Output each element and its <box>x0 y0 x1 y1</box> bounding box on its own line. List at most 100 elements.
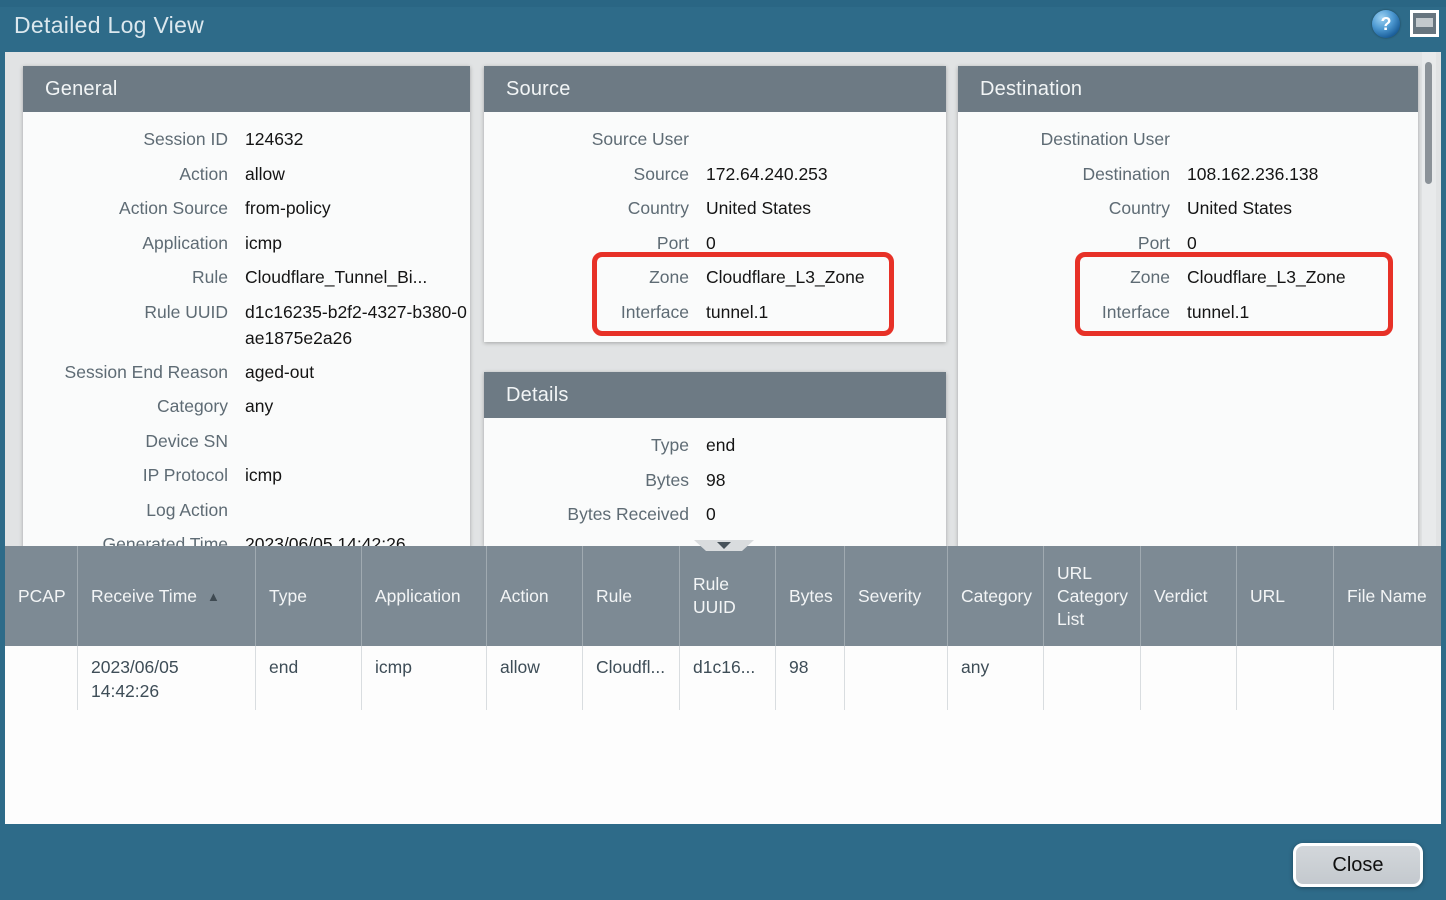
field-value: 124632 <box>245 126 303 152</box>
column-header-category[interactable]: Category <box>948 546 1044 646</box>
column-header-receive-time[interactable]: Receive Time ▲ <box>78 546 256 646</box>
field-value: 98 <box>706 467 725 493</box>
help-icon[interactable]: ? <box>1372 10 1400 38</box>
maximize-icon[interactable] <box>1410 10 1439 37</box>
field-label: Session End Reason <box>23 359 228 385</box>
field-label: Country <box>484 195 689 221</box>
field-value: United States <box>706 195 811 221</box>
details-panel: Details Typeend Bytes98 Bytes Received0 <box>484 372 946 546</box>
column-header-type[interactable]: Type <box>256 546 362 646</box>
field-value: 0 <box>1187 230 1197 256</box>
field-row-session-id: Session ID 124632 <box>23 122 470 157</box>
cell-receive-time: 2023/06/05 14:42:26 <box>78 646 256 710</box>
titlebar: Detailed Log View ? <box>0 0 1446 52</box>
column-header-file-name[interactable]: File Name <box>1334 546 1441 646</box>
field-row-country: CountryUnited States <box>958 191 1418 226</box>
field-row-ip-protocol: IP Protocol icmp <box>23 458 470 493</box>
column-header-application[interactable]: Application <box>362 546 487 646</box>
column-header-url-category-list[interactable]: URL Category List <box>1044 546 1141 646</box>
field-label: Interface <box>484 299 689 325</box>
cell-url-category-list <box>1044 646 1141 710</box>
column-header-url[interactable]: URL <box>1237 546 1334 646</box>
column-header-action[interactable]: Action <box>487 546 583 646</box>
field-label: Device SN <box>23 428 228 454</box>
destination-panel-header: Destination <box>958 66 1418 112</box>
column-header-label: Receive Time <box>91 585 197 608</box>
field-label: Action Source <box>23 195 228 221</box>
field-row-bytes-received: Bytes Received 0 <box>484 497 946 532</box>
field-label: Source <box>484 161 689 187</box>
field-value: from-policy <box>245 195 331 221</box>
field-value: icmp <box>245 462 282 488</box>
close-button[interactable]: Close <box>1293 843 1423 887</box>
field-label: Rule <box>23 264 228 290</box>
cell-type: end <box>256 646 362 710</box>
field-label: Port <box>958 230 1170 256</box>
cell-application: icmp <box>362 646 487 710</box>
field-label: Destination User <box>958 126 1170 152</box>
details-panel-body: Typeend Bytes98 Bytes Received0 <box>484 418 946 532</box>
field-row-action: Actionallow <box>23 157 470 192</box>
field-value: 0 <box>706 501 716 527</box>
field-row-bytes: Bytes 98 <box>484 463 946 498</box>
field-value: aged-out <box>245 359 314 385</box>
column-header-severity[interactable]: Severity <box>845 546 948 646</box>
field-row-device-sn: Device SN <box>23 424 470 459</box>
field-row-port: Port0 <box>484 226 946 261</box>
column-header-pcap[interactable]: PCAP <box>5 546 78 646</box>
source-panel-body: Source User Source 172.64.240.253 Country… <box>484 112 946 329</box>
field-value: 172.64.240.253 <box>706 161 828 187</box>
field-row-application: Applicationicmp <box>23 226 470 261</box>
field-value: end <box>706 432 735 458</box>
log-detail-panels: General Session ID 124632 Actionallow Act… <box>5 52 1441 546</box>
field-value: d1c16235-b2f2-4327-b380-0ae1875e2a26 <box>245 299 470 351</box>
field-value: any <box>245 393 273 419</box>
general-panel: General Session ID 124632 Actionallow Act… <box>23 66 470 546</box>
page-title: Detailed Log View <box>14 12 204 39</box>
column-header-rule-uuid[interactable]: Rule UUID <box>680 546 776 646</box>
cell-severity <box>845 646 948 710</box>
field-row-interface: Interface tunnel.1 <box>484 295 946 330</box>
field-row-source: Source 172.64.240.253 <box>484 157 946 192</box>
field-value: tunnel.1 <box>706 299 768 325</box>
field-label: Session ID <box>23 126 228 152</box>
vertical-scrollbar-track[interactable] <box>1422 52 1436 546</box>
field-row-source-user: Source User <box>484 122 946 157</box>
field-value: Cloudflare_Tunnel_Bi... <box>245 264 427 290</box>
general-panel-header: General <box>23 66 470 112</box>
vertical-scrollbar-thumb[interactable] <box>1425 62 1432 184</box>
column-header-rule[interactable]: Rule <box>583 546 680 646</box>
cell-rule-uuid: d1c16... <box>680 646 776 710</box>
field-value: 2023/06/05 14:42:26 <box>245 531 406 546</box>
field-row-category: Category any <box>23 389 470 424</box>
field-label: Country <box>958 195 1170 221</box>
maximize-icon-glyph <box>1416 18 1433 27</box>
log-table: PCAP Receive Time ▲ Type Application Acti… <box>5 546 1441 824</box>
field-label: Log Action <box>23 497 228 523</box>
column-header-verdict[interactable]: Verdict <box>1141 546 1237 646</box>
sort-asc-icon: ▲ <box>207 585 220 608</box>
field-row-zone: ZoneCloudflare_L3_Zone <box>484 260 946 295</box>
field-row-interface: Interfacetunnel.1 <box>958 295 1418 330</box>
field-label: Bytes Received <box>484 501 689 527</box>
general-panel-body: Session ID 124632 Actionallow Action Sour… <box>23 112 470 546</box>
field-value: icmp <box>245 230 282 256</box>
field-label: Interface <box>958 299 1170 325</box>
field-row-destination-user: Destination User <box>958 122 1418 157</box>
field-label: Zone <box>484 264 689 290</box>
field-row-log-action: Log Action <box>23 493 470 528</box>
field-label: IP Protocol <box>23 462 228 488</box>
field-row-rule-uuid: Rule UUIDd1c16235-b2f2-4327-b380-0ae1875… <box>23 295 470 355</box>
column-header-bytes[interactable]: Bytes <box>776 546 845 646</box>
field-row-destination: Destination108.162.236.138 <box>958 157 1418 192</box>
field-label: Zone <box>958 264 1170 290</box>
destination-panel-body: Destination User Destination108.162.236.… <box>958 112 1418 329</box>
field-row-rule: Rule Cloudflare_Tunnel_Bi... <box>23 260 470 295</box>
table-row[interactable]: 2023/06/05 14:42:26 end icmp allow Cloud… <box>5 646 1441 710</box>
field-label: Bytes <box>484 467 689 493</box>
field-label: Category <box>23 393 228 419</box>
log-table-header: PCAP Receive Time ▲ Type Application Acti… <box>5 546 1441 646</box>
field-label: Port <box>484 230 689 256</box>
destination-panel: Destination Destination User Destination… <box>958 66 1418 546</box>
cell-url <box>1237 646 1334 710</box>
